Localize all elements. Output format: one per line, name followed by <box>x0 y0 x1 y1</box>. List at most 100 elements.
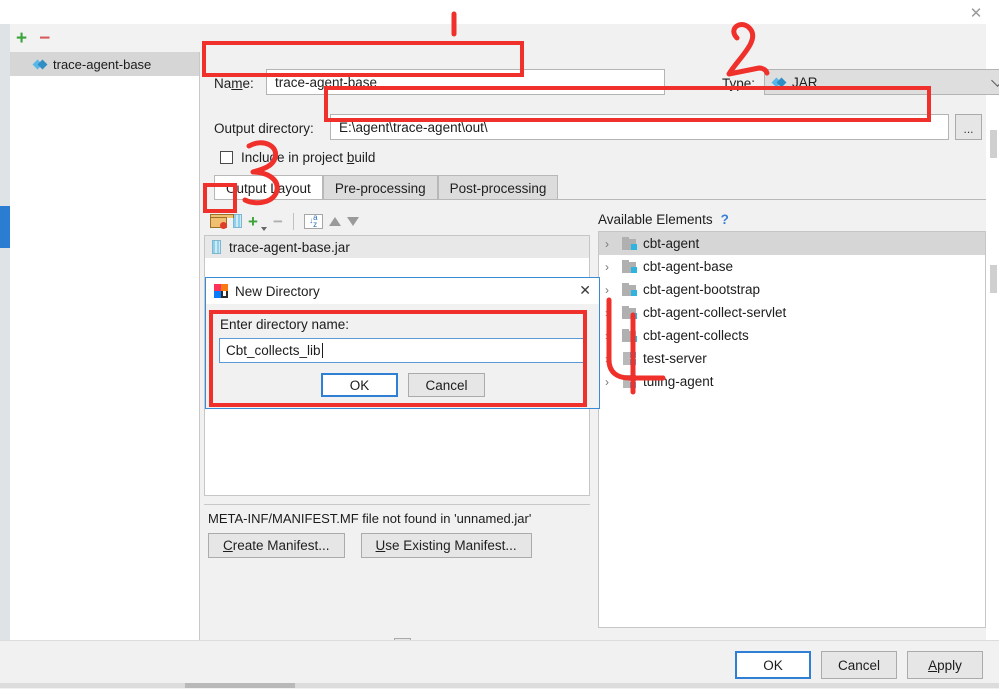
close-icon[interactable]: ✕ <box>579 282 591 299</box>
manifest-buttons: Create Manifest... Use Existing Manifest… <box>208 533 532 558</box>
output-directory-browse-button[interactable]: ... <box>955 114 982 140</box>
available-elements-tree[interactable]: › cbt-agent › cbt-agent-base › cbt-agent… <box>598 231 986 628</box>
module-icon <box>622 375 637 388</box>
cancel-button[interactable]: Cancel <box>821 651 897 679</box>
tree-row-label: cbt-agent-collect-servlet <box>643 305 787 320</box>
chevron-right-icon[interactable]: › <box>605 306 616 320</box>
chevron-right-icon[interactable]: › <box>605 329 616 343</box>
tree-row-label: cbt-agent-base <box>643 259 734 274</box>
available-elements-header: Available Elements ? <box>598 212 729 227</box>
tree-row[interactable]: › test-server <box>599 347 985 370</box>
outer-scrollbar-thumb[interactable] <box>0 206 10 248</box>
jar-icon <box>212 240 221 254</box>
chevron-right-icon[interactable]: › <box>605 260 616 274</box>
plus-icon[interactable]: + <box>248 213 258 230</box>
module-package-icon <box>622 260 637 273</box>
directory-name-value: Cbt_collects_lib <box>226 343 321 358</box>
chevron-right-icon[interactable]: › <box>605 237 616 251</box>
use-existing-manifest-button[interactable]: Use Existing Manifest... <box>360 533 532 558</box>
chevron-right-icon[interactable]: › <box>605 283 616 297</box>
tab-output-layout[interactable]: Output Layout <box>214 175 323 200</box>
chevron-right-icon[interactable]: › <box>605 352 616 366</box>
module-package-icon <box>622 283 637 296</box>
tree-row[interactable]: › cbt-agent-bootstrap <box>599 278 985 301</box>
type-select-value: JAR <box>792 74 818 90</box>
close-icon[interactable]: ✕ <box>961 2 991 24</box>
new-directory-prompt: Enter directory name: <box>220 317 350 332</box>
tree-row[interactable]: › cbt-agent-collect-servlet <box>599 301 985 324</box>
ok-button[interactable]: OK <box>735 651 811 679</box>
new-directory-title: New Directory <box>235 283 320 299</box>
new-directory-titlebar: New Directory ✕ <box>206 278 599 304</box>
type-select[interactable]: JAR <box>764 69 999 95</box>
window-titlebar: ✕ <box>0 0 999 24</box>
new-directory-buttons: OK Cancel <box>321 373 485 397</box>
scrollbar-thumb[interactable] <box>990 130 997 158</box>
text-caret <box>321 343 323 358</box>
new-directory-cancel-button[interactable]: Cancel <box>408 373 485 397</box>
module-package-icon <box>622 329 637 342</box>
name-input[interactable]: trace-agent-base <box>266 69 665 95</box>
tree-row-label: tuling-agent <box>643 374 714 389</box>
manifest-message: META-INF/MANIFEST.MF file not found in '… <box>208 511 532 526</box>
folder-gear-icon[interactable] <box>210 214 234 229</box>
type-label: Type: <box>722 76 756 91</box>
chevron-down-icon <box>993 76 999 87</box>
create-manifest-button[interactable]: Create Manifest... <box>208 533 345 558</box>
output-directory-label: Output directory: <box>214 121 314 136</box>
remove-artifact-button[interactable]: − <box>39 29 50 48</box>
artifacts-toolbar: + − <box>10 24 205 52</box>
list-item-label: trace-agent-base.jar <box>229 239 350 255</box>
tree-row-label: cbt-agent <box>643 236 700 251</box>
jar-icon[interactable] <box>233 214 242 228</box>
tree-row-label: cbt-agent-collects <box>643 328 749 343</box>
available-elements-title: Available Elements <box>598 212 713 227</box>
include-in-project-build-label: Include in project build <box>241 150 376 165</box>
output-layout-toolbar: + − ↓ a z <box>204 208 590 234</box>
module-package-icon <box>622 237 637 250</box>
editor-tabs: Output Layout Pre-processing Post-proces… <box>214 175 559 200</box>
artifacts-settings-window: ✕ + − trace-agent-base Name: trace-agent… <box>0 0 999 689</box>
artifacts-list-panel: + − trace-agent-base <box>10 24 205 640</box>
tab-post-processing[interactable]: Post-processing <box>437 175 559 200</box>
tree-row[interactable]: › cbt-agent-base <box>599 255 985 278</box>
tree-row[interactable]: › cbt-agent-collects <box>599 324 985 347</box>
module-icon <box>622 352 637 365</box>
new-directory-dialog: New Directory ✕ Enter directory name: Cb… <box>205 277 600 409</box>
artifact-list-item[interactable]: trace-agent-base <box>10 52 199 76</box>
artifact-diamond-icon <box>773 76 785 88</box>
name-label: Name: <box>214 76 254 91</box>
outer-scrollbar-track[interactable] <box>0 24 10 664</box>
footer-buttons: OK Cancel Apply <box>735 651 983 679</box>
artifact-list-item-label: trace-agent-base <box>53 56 152 72</box>
list-item[interactable]: trace-agent-base.jar <box>205 236 589 258</box>
chevron-right-icon[interactable]: › <box>605 375 616 389</box>
tree-row[interactable]: › cbt-agent <box>599 232 985 255</box>
minus-icon: − <box>272 211 283 231</box>
toolbar-separator <box>292 212 294 230</box>
taskbar-strip <box>0 683 999 688</box>
add-artifact-button[interactable]: + <box>16 29 27 48</box>
arrow-down-icon[interactable] <box>346 216 359 226</box>
sort-az-icon[interactable]: ↓ a z <box>303 213 323 229</box>
tabs-underline <box>214 199 986 200</box>
include-in-project-build-checkbox[interactable] <box>220 151 233 164</box>
arrow-up-icon[interactable] <box>328 216 341 226</box>
divider <box>204 504 590 505</box>
tree-row-label: cbt-agent-bootstrap <box>643 282 761 297</box>
chevron-down-icon[interactable] <box>260 227 267 231</box>
include-in-project-build-row[interactable]: Include in project build <box>220 150 375 165</box>
new-directory-ok-button[interactable]: OK <box>321 373 398 397</box>
scrollbar-thumb[interactable] <box>990 265 997 293</box>
intellij-icon <box>214 284 228 298</box>
help-icon[interactable]: ? <box>721 212 729 227</box>
dialog-footer: OK Cancel Apply <box>0 640 999 689</box>
tab-pre-processing[interactable]: Pre-processing <box>322 175 438 200</box>
apply-button[interactable]: Apply <box>907 651 983 679</box>
tree-row-label: test-server <box>643 351 707 366</box>
tree-row[interactable]: › tuling-agent <box>599 370 985 393</box>
module-package-icon <box>622 306 637 319</box>
artifact-diamond-icon <box>34 58 46 70</box>
directory-name-input[interactable]: Cbt_collects_lib <box>219 338 584 363</box>
output-directory-input[interactable]: E:\agent\trace-agent\out\ <box>330 114 949 140</box>
